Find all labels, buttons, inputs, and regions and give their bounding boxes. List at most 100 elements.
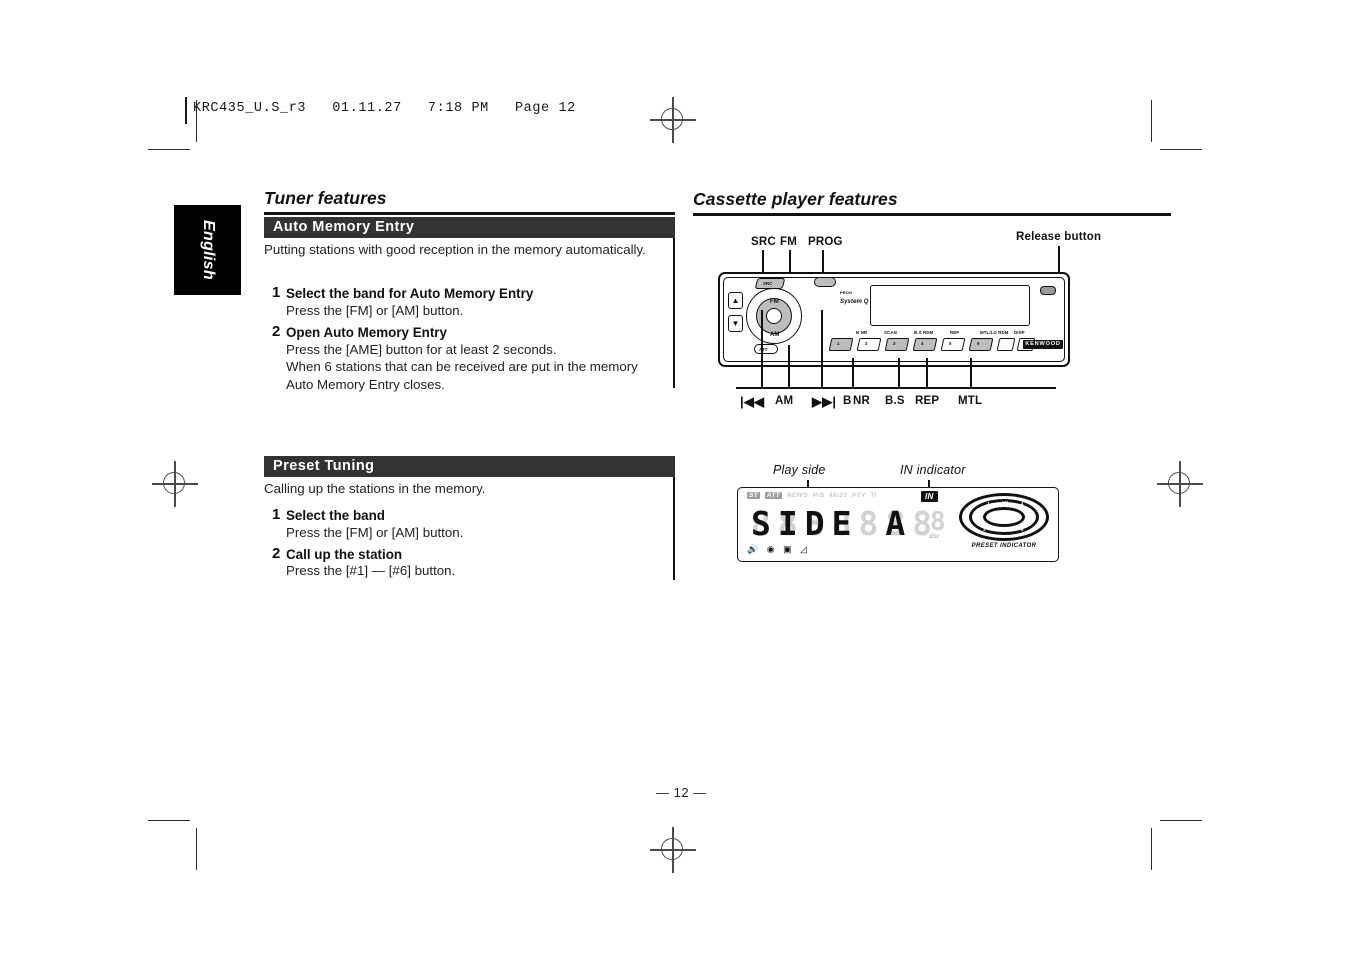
- preset-dial-num-3: 3: [983, 527, 986, 532]
- preset-dial-band-am: AM: [1001, 500, 1009, 505]
- preset-dial-num-4: 4: [1021, 501, 1024, 506]
- preset-button-5-label: 5: [949, 341, 952, 346]
- crop-mark-bottom-left-v: [196, 828, 198, 870]
- lcd-in-indicator: IN: [921, 491, 938, 502]
- volume-down-button[interactable]: ▼: [728, 315, 743, 332]
- step-number-2-preset: 2: [272, 545, 281, 562]
- slash-icon: ◿: [800, 544, 811, 554]
- preset-button-4[interactable]: [912, 338, 938, 351]
- language-tab-label: English: [199, 220, 217, 280]
- function-strip-scan: SCAN: [884, 330, 897, 335]
- callout-label-play-side: Play side: [773, 463, 826, 477]
- leader-bnr: [852, 358, 854, 388]
- callout-label-prog: PROG: [808, 236, 843, 248]
- preset-dial-ring-inner: [983, 507, 1025, 527]
- prog-button[interactable]: [814, 277, 836, 287]
- step-heading-2-ame: Open Auto Memory Entry: [286, 325, 447, 340]
- callout-label-fm: FM: [780, 236, 798, 248]
- leader-am: [788, 345, 790, 388]
- lcd-display-diagram: ST ATT NEWS P/S 48/33 PTY TI IN 8888888 …: [737, 487, 1059, 562]
- preset-button-4-label: 4: [921, 341, 924, 346]
- callout-label-am: AM: [775, 395, 794, 407]
- language-tab: English: [174, 205, 241, 295]
- preset-dial-num-6: 6: [1021, 527, 1024, 532]
- lcd-bottom-icon-row: 🔊 ◉ ▣ ◿: [747, 544, 810, 555]
- preset-button-1[interactable]: [828, 338, 854, 351]
- lcd-indicator-4833: 48/33: [828, 492, 848, 499]
- am-button-label: AM: [770, 332, 780, 338]
- extra-button-a[interactable]: [996, 338, 1016, 351]
- crop-mark-bottom-right-v: [1151, 828, 1153, 870]
- callout-label-b: B: [843, 395, 852, 407]
- crop-mark-bottom-left-h: [148, 820, 190, 822]
- preset-button-6-label: 6: [977, 341, 980, 346]
- preset-button-6[interactable]: [968, 338, 994, 351]
- section-header-auto-memory-entry: Auto Memory Entry: [264, 217, 675, 238]
- volume-up-button[interactable]: ▲: [728, 292, 743, 309]
- registration-mark-top: [650, 97, 696, 143]
- preset-tuning-intro: Calling up the stations in the memory.: [264, 481, 486, 496]
- section-vertical-rule-2: [673, 477, 675, 580]
- leader-bottom-bus: [736, 387, 1056, 389]
- lcd-disc-label: disc: [929, 534, 940, 540]
- step-heading-2-preset: Call up the station: [286, 547, 403, 562]
- lcd-indicator-pty: PTY: [851, 492, 866, 499]
- function-strip-disp: DISP: [1014, 330, 1025, 335]
- section-header-preset-tuning: Preset Tuning: [264, 456, 675, 477]
- crop-mark-bottom-right-h: [1160, 820, 1202, 822]
- step-number-2-ame: 2: [272, 323, 281, 340]
- registration-mark-right: [1157, 461, 1203, 507]
- step-body2-2-ame: When 6 stations that can be received are…: [286, 359, 638, 392]
- step-number-1-preset: 1: [272, 506, 281, 523]
- registration-mark-left: [152, 461, 198, 507]
- crop-mark-top-left-h: [148, 149, 190, 151]
- preset-dial-num-2: 2: [979, 514, 982, 519]
- preset-dial-label: PRESET INDICATOR: [971, 543, 1037, 549]
- page-number: — 12 —: [656, 785, 707, 800]
- preset-button-5[interactable]: [940, 338, 966, 351]
- kenwood-logo: KENWOOD: [1023, 340, 1063, 349]
- lcd-indicator-ti: TI: [870, 492, 877, 499]
- callout-label-nr: NR: [853, 395, 871, 407]
- step-body-1-preset: Press the [FM] or [AM] button.: [286, 525, 464, 540]
- step-body-1-ame: Press the [FM] or [AM] button.: [286, 303, 464, 318]
- callout-label-rewind: |◀◀: [740, 394, 765, 409]
- callout-label-bs: B.S: [885, 395, 905, 407]
- lcd-segment-text: SIDE A: [751, 504, 913, 543]
- step-heading-1-preset: Select the band: [286, 508, 385, 523]
- registration-mark-bottom: [650, 827, 696, 873]
- lcd-indicator-row: ST ATT NEWS P/S 48/33 PTY TI: [747, 492, 877, 499]
- section-vertical-rule-1: [673, 238, 675, 388]
- release-button[interactable]: [1040, 286, 1056, 295]
- lcd-indicator-st: ST: [747, 492, 761, 499]
- lcd-disc-digit: 8: [930, 507, 946, 537]
- leader-ff: [821, 310, 823, 388]
- fm-button-label: FM: [770, 299, 779, 305]
- preset-button-2-label: 2: [865, 341, 868, 346]
- preset-dial-band-fm: FM: [1001, 527, 1008, 532]
- callout-label-src: SRC: [751, 236, 776, 248]
- function-strip-bs-rdm: B.S RDM: [914, 330, 934, 335]
- auto-memory-intro: Putting stations with good reception in …: [264, 242, 646, 257]
- system-q-label: System Q: [840, 299, 869, 305]
- preset-button-1-label: 1: [837, 341, 840, 346]
- preset-button-3-label: 3: [893, 341, 896, 346]
- lcd-indicator-att: ATT: [764, 492, 783, 499]
- step-body-2-preset: Press the [#1] — [#6] button.: [286, 563, 456, 578]
- step-heading-1-ame: Select the band for Auto Memory Entry: [286, 286, 534, 301]
- print-slug: KRC435_U.S_r3 01.11.27 7:18 PM Page 12: [193, 101, 576, 116]
- callout-label-release-button: Release button: [1016, 231, 1102, 243]
- crop-mark-top-right-h: [1160, 149, 1202, 151]
- function-strip-rep: REP: [950, 330, 960, 335]
- preset-button-2[interactable]: [856, 338, 882, 351]
- leader-bs: [898, 358, 900, 388]
- right-column-title: Cassette player features: [693, 189, 898, 209]
- preset-button-3[interactable]: [884, 338, 910, 351]
- section-header-label: Auto Memory Entry: [273, 219, 415, 235]
- left-column-title: Tuner features: [264, 188, 387, 208]
- left-column-rule: [264, 212, 675, 215]
- lcd-indicator-ps: P/S: [812, 492, 825, 499]
- leader-rep: [926, 358, 928, 388]
- step-number-1-ame: 1: [272, 284, 281, 301]
- callout-label-fastforward: ▶▶|: [812, 394, 837, 409]
